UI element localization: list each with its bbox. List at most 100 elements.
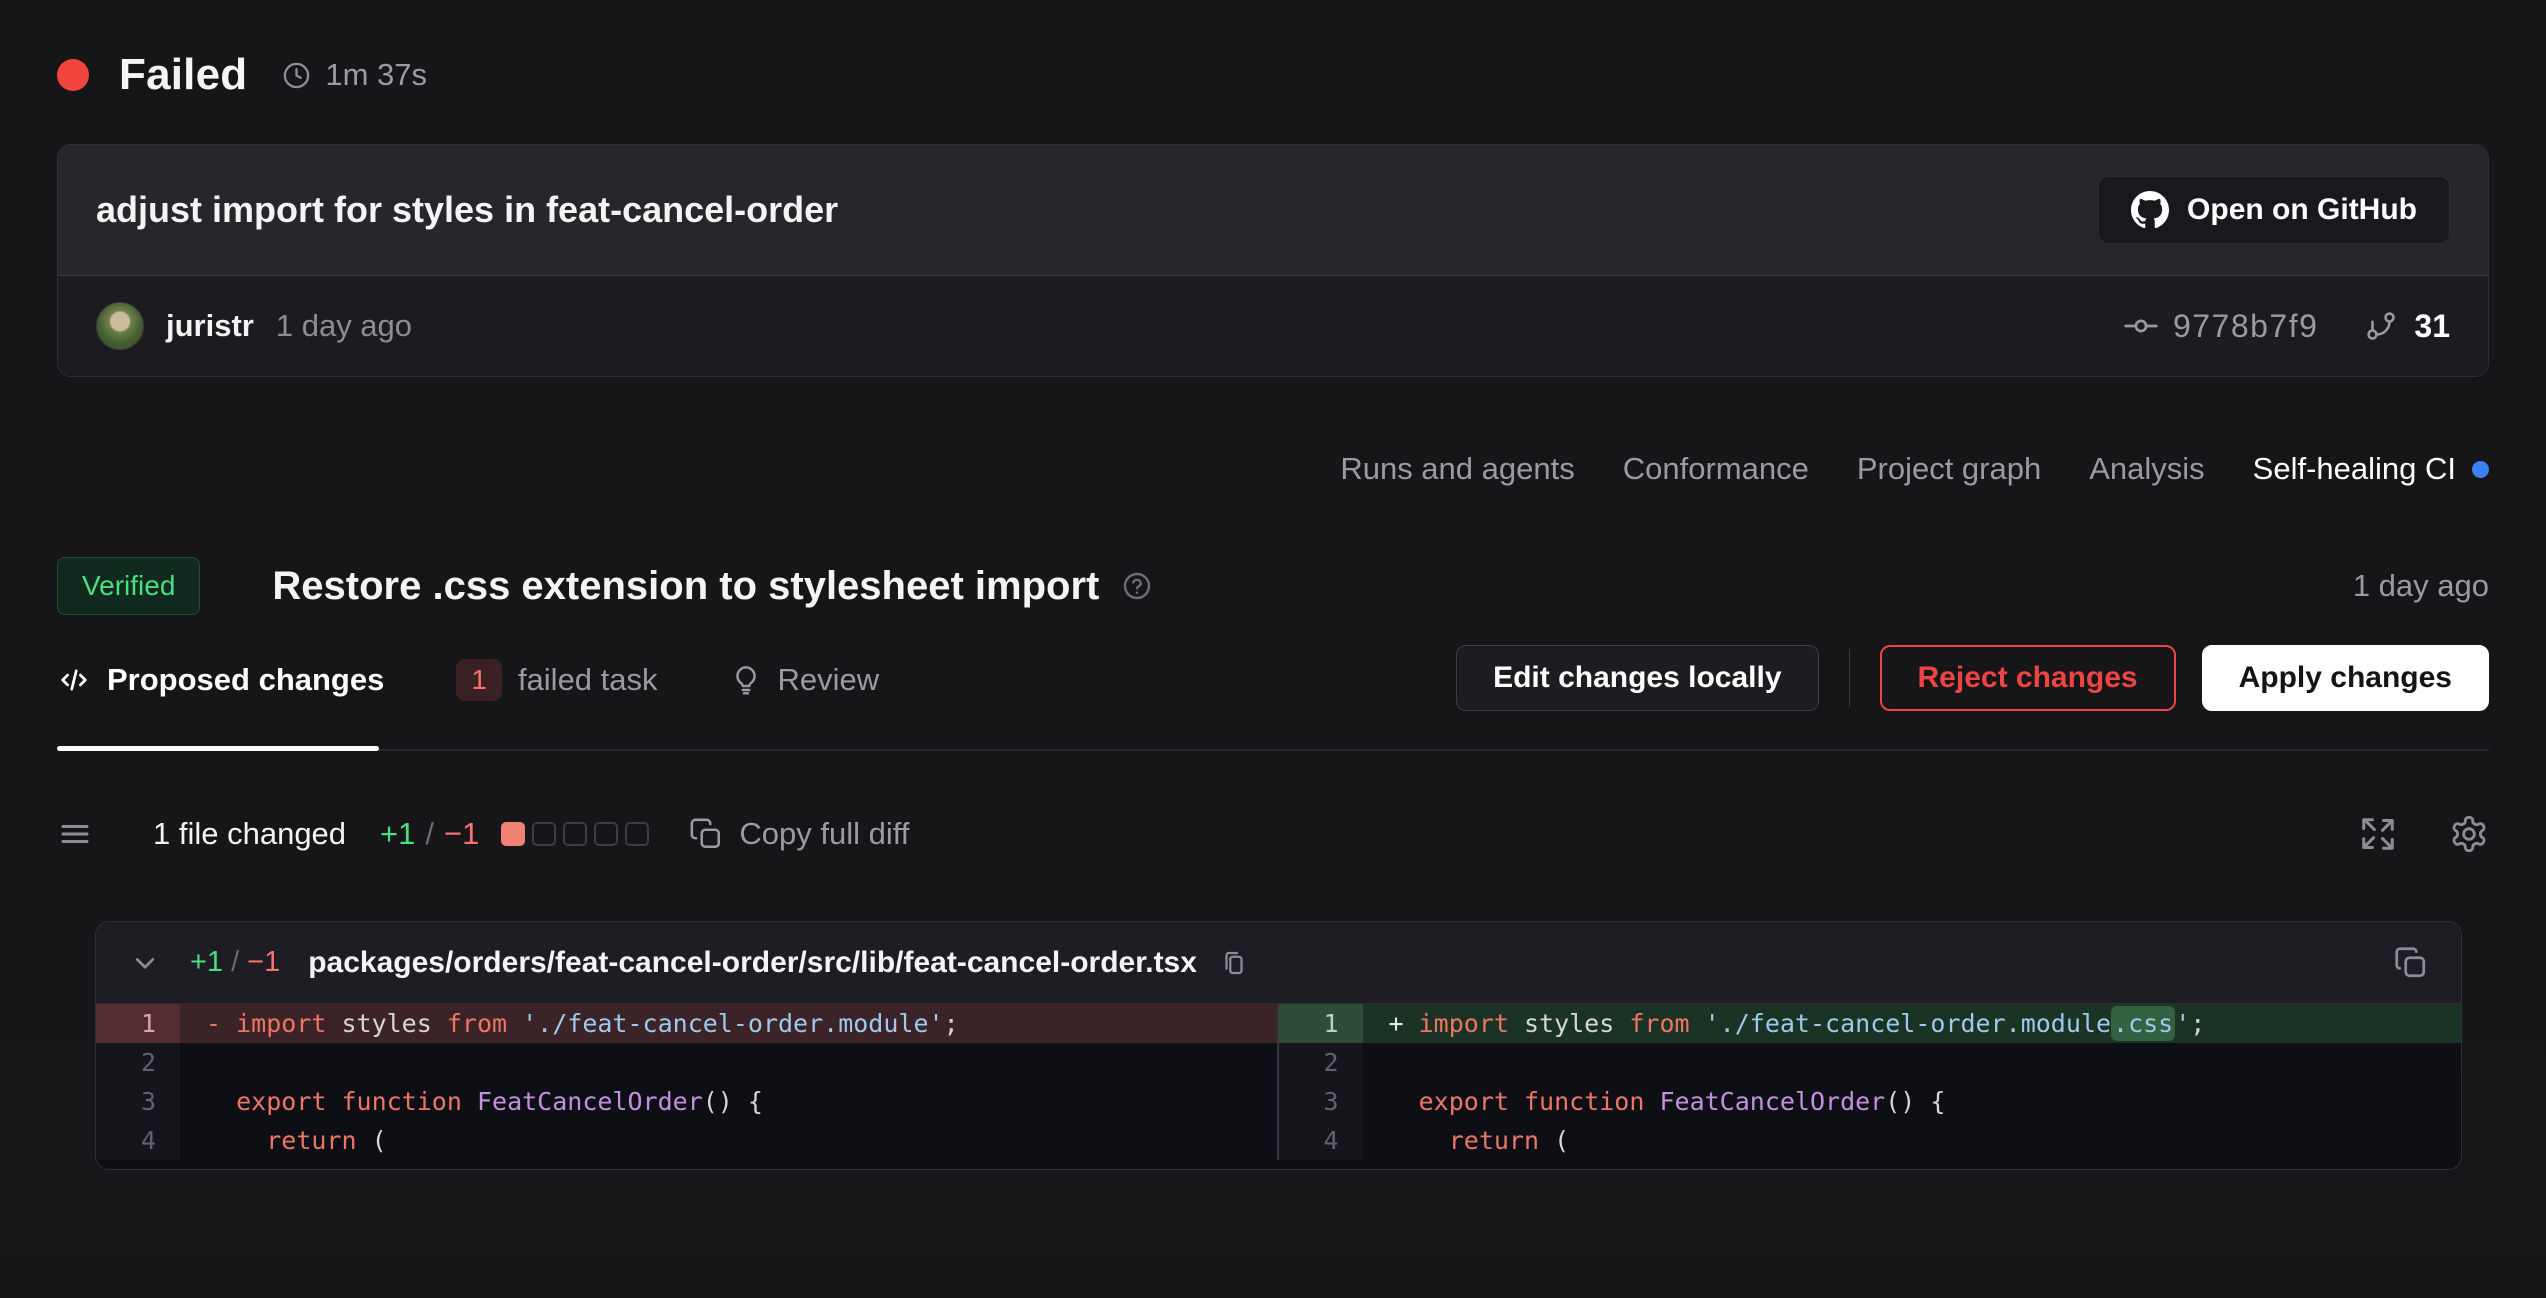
meter-square xyxy=(594,822,618,846)
diff-toolbar-right xyxy=(2359,814,2489,854)
nav-project-graph[interactable]: Project graph xyxy=(1857,451,2041,487)
file-deletions: −1 xyxy=(247,946,280,979)
section-nav: Runs and agents Conformance Project grap… xyxy=(57,451,2489,487)
fix-header: Verified Restore .css extension to style… xyxy=(57,557,2489,615)
meter-square xyxy=(625,822,649,846)
run-status-label: Failed xyxy=(119,50,247,100)
branch-group[interactable]: 31 xyxy=(2364,308,2450,345)
commit-meta-row: juristr 1 day ago 9778b7f9 31 xyxy=(58,275,2488,376)
line-number: 1 xyxy=(96,1004,180,1043)
line-number: 1 xyxy=(1279,1004,1363,1043)
run-status-row: Failed 1m 37s xyxy=(57,44,2489,106)
verified-badge: Verified xyxy=(57,557,200,615)
copy-full-diff-button[interactable]: Copy full diff xyxy=(689,816,909,852)
line-number: 3 xyxy=(1279,1082,1363,1121)
commit-hash-group[interactable]: 9778b7f9 xyxy=(2123,308,2318,345)
file-additions: +1 xyxy=(190,946,223,979)
code-line: - import styles from './feat-cancel-orde… xyxy=(180,1004,1277,1043)
code-line xyxy=(1363,1043,2462,1082)
code-line: export function FeatCancelOrder() { xyxy=(180,1082,1277,1121)
line-number: 4 xyxy=(1279,1121,1363,1160)
code-line: return ( xyxy=(180,1121,1277,1160)
apply-changes-button[interactable]: Apply changes xyxy=(2202,645,2489,711)
diff-toolbar: 1 file changed +1 / −1 Copy full diff xyxy=(57,803,2489,865)
files-changed-label: 1 file changed xyxy=(153,816,346,852)
page: Failed 1m 37s adjust import for styles i… xyxy=(0,44,2546,1170)
diff-meter xyxy=(501,822,649,846)
active-tab-underline xyxy=(57,746,379,751)
diff-settings-gear-icon[interactable] xyxy=(2449,814,2489,854)
diff-line: 3 export function FeatCancelOrder() { xyxy=(96,1082,1277,1121)
fix-title: Restore .css extension to stylesheet imp… xyxy=(272,564,1099,609)
diff-file-header: +1 / −1 packages/orders/feat-cancel-orde… xyxy=(96,922,2461,1004)
stats-slash: / xyxy=(425,816,434,852)
commit-title: adjust import for styles in feat-cancel-… xyxy=(96,189,838,231)
diff-line: 2 xyxy=(96,1043,1277,1082)
commit-time: 1 day ago xyxy=(276,308,412,344)
diff-pane-before: 1- import styles from './feat-cancel-ord… xyxy=(96,1004,1279,1160)
diff-line: 2 xyxy=(1279,1043,2462,1082)
file-stats-slash: / xyxy=(231,946,239,979)
commit-card: adjust import for styles in feat-cancel-… xyxy=(57,144,2489,377)
nav-conformance[interactable]: Conformance xyxy=(1623,451,1809,487)
diff-line: 1- import styles from './feat-cancel-ord… xyxy=(96,1004,1277,1043)
expand-fullscreen-icon[interactable] xyxy=(2359,815,2397,853)
tab-failed-task-label: failed task xyxy=(518,662,658,698)
tab-failed-task[interactable]: 1 failed task xyxy=(456,659,657,701)
line-number: 2 xyxy=(1279,1043,1363,1082)
code-line xyxy=(180,1043,1277,1082)
code-icon xyxy=(57,663,91,697)
diff-pane-after: 1+ import styles from './feat-cancel-ord… xyxy=(1279,1004,2462,1160)
open-on-github-label: Open on GitHub xyxy=(2187,193,2417,227)
diff-line: 1+ import styles from './feat-cancel-ord… xyxy=(1279,1004,2462,1043)
github-icon xyxy=(2131,191,2169,229)
nav-analysis[interactable]: Analysis xyxy=(2089,451,2204,487)
tab-review[interactable]: Review xyxy=(730,662,880,698)
file-list-menu-icon[interactable] xyxy=(57,816,93,852)
copy-icon xyxy=(689,817,723,851)
code-line: + import styles from './feat-cancel-orde… xyxy=(1363,1004,2462,1043)
additions-count: +1 xyxy=(380,816,415,852)
failed-status-dot xyxy=(57,59,89,91)
reject-changes-button[interactable]: Reject changes xyxy=(1880,645,2176,711)
tabs: Proposed changes 1 failed task Review xyxy=(57,659,879,701)
meter-square xyxy=(563,822,587,846)
meter-square xyxy=(532,822,556,846)
active-nav-dot xyxy=(2472,461,2489,478)
avatar[interactable] xyxy=(96,302,144,350)
line-number: 2 xyxy=(96,1043,180,1082)
chevron-down-icon[interactable] xyxy=(128,946,162,980)
commit-card-header: adjust import for styles in feat-cancel-… xyxy=(58,145,2488,275)
clock-icon xyxy=(281,60,312,91)
edit-changes-locally-button[interactable]: Edit changes locally xyxy=(1456,645,1818,711)
copy-full-diff-label: Copy full diff xyxy=(739,816,909,852)
commit-details: 9778b7f9 31 xyxy=(2123,308,2450,345)
failed-task-count-badge: 1 xyxy=(456,659,502,701)
open-on-github-button[interactable]: Open on GitHub xyxy=(2098,176,2450,244)
fix-actions: Edit changes locally Reject changes Appl… xyxy=(1456,645,2489,711)
tab-proposed-changes-label: Proposed changes xyxy=(107,662,384,698)
diff-body: 1- import styles from './feat-cancel-ord… xyxy=(96,1004,2461,1169)
tab-proposed-changes[interactable]: Proposed changes xyxy=(57,662,384,698)
copy-path-icon[interactable] xyxy=(1219,948,1249,978)
lightbulb-icon xyxy=(730,664,762,696)
nav-runs-and-agents[interactable]: Runs and agents xyxy=(1340,451,1574,487)
help-icon[interactable] xyxy=(1121,570,1153,602)
copy-file-icon[interactable] xyxy=(2393,945,2429,981)
tabs-bottom-border xyxy=(57,749,2489,751)
fix-time: 1 day ago xyxy=(2353,568,2489,604)
diff-line: 3 export function FeatCancelOrder() { xyxy=(1279,1082,2462,1121)
run-duration-text: 1m 37s xyxy=(325,57,427,93)
diff-line: 4 return ( xyxy=(1279,1121,2462,1160)
code-line: return ( xyxy=(1363,1121,2462,1160)
nav-self-healing-ci-label: Self-healing CI xyxy=(2253,451,2456,487)
meter-square xyxy=(501,822,525,846)
diff-panel: +1 / −1 packages/orders/feat-cancel-orde… xyxy=(95,921,2462,1170)
tabs-row: Proposed changes 1 failed task Review Ed… xyxy=(57,643,2489,751)
branch-count: 31 xyxy=(2414,308,2450,345)
file-diff-stats: +1 / −1 xyxy=(190,946,280,979)
line-number: 4 xyxy=(96,1121,180,1160)
actions-divider xyxy=(1849,649,1850,707)
deletions-count: −1 xyxy=(444,816,479,852)
nav-self-healing-ci[interactable]: Self-healing CI xyxy=(2253,451,2489,487)
